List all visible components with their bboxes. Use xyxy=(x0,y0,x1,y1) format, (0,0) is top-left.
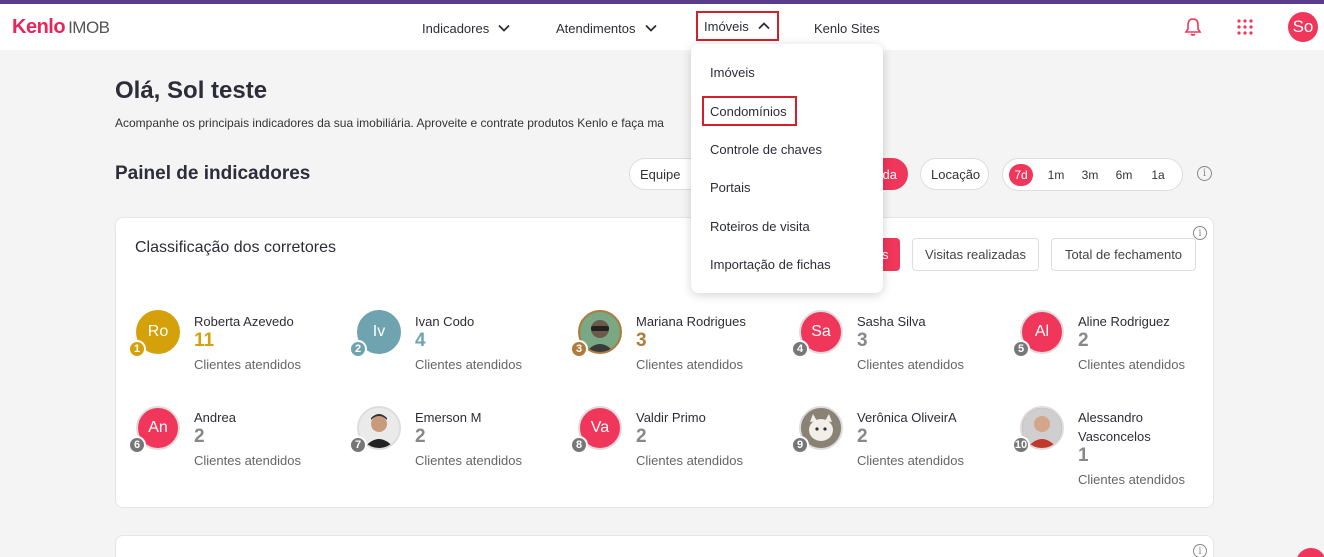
filter-label: Visitas realizadas xyxy=(925,247,1026,262)
panel-title: Painel de indicadores xyxy=(115,163,311,184)
nav-label: Kenlo Sites xyxy=(814,20,880,36)
broker-count-label: Clientes atendidos xyxy=(1078,357,1185,372)
nav-imoveis[interactable]: Imóveis xyxy=(696,11,779,41)
imoveis-dropdown-menu: Imóveis Condomínios Controle de chaves P… xyxy=(691,44,883,293)
broker-count-label: Clientes atendidos xyxy=(415,453,522,468)
team-filter-label: Equipe xyxy=(640,166,681,182)
broker-ranking-card: Classificação dos corretores i s Visitas… xyxy=(115,217,1214,508)
nav-label: Indicadores xyxy=(422,20,490,36)
broker-name: Roberta Azevedo xyxy=(194,314,294,329)
broker-item[interactable]: 9 Verônica OliveirA 2 Clientes atendidos xyxy=(791,406,999,486)
broker-item[interactable]: Al 5 Aline Rodriguez 2 Clientes atendido… xyxy=(1012,310,1220,390)
apps-grid-icon[interactable] xyxy=(1237,19,1253,35)
period-6m[interactable]: 6m xyxy=(1107,164,1141,186)
rank-badge: 8 xyxy=(570,436,588,454)
logo-brand: Kenlo xyxy=(12,16,66,38)
nav-label: Atendimentos xyxy=(556,20,636,36)
menu-item-importacao-de-fichas[interactable]: Importação de fichas xyxy=(710,257,831,272)
chevron-down-icon xyxy=(644,24,657,32)
menu-item-portais[interactable]: Portais xyxy=(710,180,750,195)
rank-badge: 6 xyxy=(128,436,146,454)
header: Kenlo IMOB Indicadores Atendimentos Imóve… xyxy=(0,4,1324,50)
filter-label: Total de fechamento xyxy=(1064,247,1183,262)
broker-name: Emerson M xyxy=(415,410,482,425)
nav-indicadores[interactable]: Indicadores xyxy=(422,16,511,40)
page-subtitle: Acompanhe os principais indicadores da s… xyxy=(115,116,664,130)
broker-count-label: Clientes atendidos xyxy=(857,453,964,468)
broker-count: 11 xyxy=(194,330,215,351)
broker-name: Sasha Silva xyxy=(857,314,926,329)
rank-badge: 10 xyxy=(1012,436,1030,454)
broker-item[interactable]: Iv 2 Ivan Codo 4 Clientes atendidos xyxy=(349,310,557,390)
rank-badge: 7 xyxy=(349,436,367,454)
chevron-down-icon xyxy=(498,24,510,32)
rank-badge: 1 xyxy=(128,340,146,358)
broker-item[interactable]: 3 Mariana Rodrigues 3 Clientes atendidos xyxy=(570,310,778,390)
user-avatar[interactable]: So xyxy=(1288,12,1318,42)
broker-count-label: Clientes atendidos xyxy=(636,453,743,468)
period-selector: 7d 1m 3m 6m 1a xyxy=(1002,158,1183,191)
rank-badge: 4 xyxy=(791,340,809,358)
broker-count: 2 xyxy=(415,426,426,447)
bell-icon[interactable] xyxy=(1184,17,1202,37)
nav-label: Imóveis xyxy=(704,18,749,34)
broker-count-label: Clientes atendidos xyxy=(194,453,301,468)
menu-item-controle-de-chaves[interactable]: Controle de chaves xyxy=(710,142,822,157)
broker-name: Valdir Primo xyxy=(636,410,706,425)
broker-count: 3 xyxy=(636,330,647,351)
chevron-up-icon xyxy=(758,22,770,30)
broker-count-label: Clientes atendidos xyxy=(415,357,522,372)
mode-rent-toggle[interactable]: Locação xyxy=(920,158,989,190)
broker-name: Aline Rodriguez xyxy=(1078,314,1170,329)
nav-atendimentos[interactable]: Atendimentos xyxy=(556,16,658,40)
rank-badge: 5 xyxy=(1012,340,1030,358)
broker-item[interactable]: Va 8 Valdir Primo 2 Clientes atendidos xyxy=(570,406,778,486)
broker-count: 2 xyxy=(636,426,647,447)
broker-name: Ivan Codo xyxy=(415,314,475,329)
broker-count: 1 xyxy=(1078,445,1089,466)
period-7d[interactable]: 7d xyxy=(1009,163,1033,186)
info-icon[interactable]: i xyxy=(1193,544,1207,557)
broker-item[interactable]: Ro 1 Roberta Azevedo 11 Clientes atendid… xyxy=(128,310,336,390)
menu-item-imoveis[interactable]: Imóveis xyxy=(710,65,755,80)
broker-count: 2 xyxy=(194,426,205,447)
period-1a[interactable]: 1a xyxy=(1141,164,1175,186)
rank-badge: 3 xyxy=(570,340,588,358)
broker-count-label: Clientes atendidos xyxy=(636,357,743,372)
page-title: Olá, Sol teste xyxy=(115,77,268,104)
menu-item-roteiros-de-visita[interactable]: Roteiros de visita xyxy=(710,219,810,234)
broker-name: Alessandro Vasconcelos xyxy=(1078,410,1151,444)
broker-count: 3 xyxy=(857,330,868,351)
rank-badge: 2 xyxy=(349,340,367,358)
period-3m[interactable]: 3m xyxy=(1073,164,1107,186)
mode-sale-label: da xyxy=(882,166,897,182)
broker-item[interactable]: Sa 4 Sasha Silva 3 Clientes atendidos xyxy=(791,310,999,390)
info-icon[interactable]: i xyxy=(1193,226,1207,240)
broker-name: Verônica OliveirA xyxy=(857,410,957,425)
broker-count-label: Clientes atendidos xyxy=(1078,472,1185,487)
nav-kenlo-sites[interactable]: Kenlo Sites xyxy=(814,16,880,40)
menu-item-condominios[interactable]: Condomínios xyxy=(710,104,787,119)
filter-visits-button[interactable]: Visitas realizadas xyxy=(912,238,1039,271)
broker-name: Andrea xyxy=(194,410,236,425)
rank-badge: 9 xyxy=(791,436,809,454)
broker-count: 2 xyxy=(1078,330,1089,351)
broker-count-label: Clientes atendidos xyxy=(857,357,964,372)
period-1m[interactable]: 1m xyxy=(1039,164,1073,186)
broker-name: Mariana Rodrigues xyxy=(636,314,746,329)
broker-item[interactable]: 10 Alessandro Vasconcelos 1 Clientes ate… xyxy=(1012,406,1220,506)
ranking-title: Classificação dos corretores xyxy=(135,239,336,256)
broker-count: 2 xyxy=(857,426,868,447)
broker-count: 4 xyxy=(415,330,426,351)
info-icon[interactable]: i xyxy=(1197,166,1212,181)
logo[interactable]: Kenlo IMOB xyxy=(12,16,110,39)
broker-item[interactable]: 7 Emerson M 2 Clientes atendidos xyxy=(349,406,557,486)
logo-product: IMOB xyxy=(68,18,110,37)
help-chat-button[interactable] xyxy=(1296,548,1324,557)
filter-closings-button[interactable]: Total de fechamento xyxy=(1051,238,1196,271)
broker-item[interactable]: An 6 Andrea 2 Clientes atendidos xyxy=(128,406,336,486)
broker-count-label: Clientes atendidos xyxy=(194,357,301,372)
next-card: i xyxy=(115,535,1214,557)
mode-rent-label: Locação xyxy=(931,166,981,182)
